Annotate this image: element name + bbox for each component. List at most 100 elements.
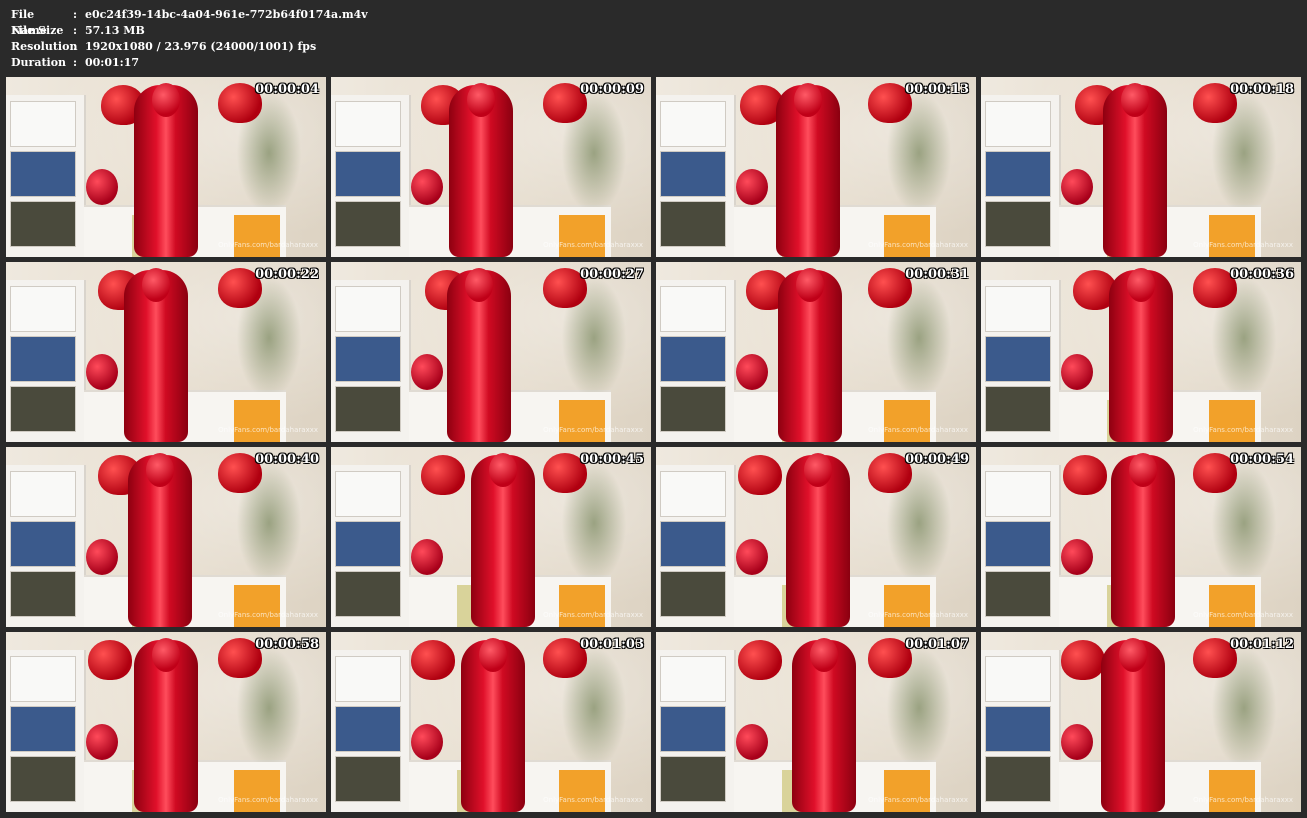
shelf-cell — [660, 471, 726, 517]
cabinet-door — [1209, 585, 1255, 627]
figure — [449, 83, 513, 257]
video-thumbnail[interactable]: OnlyFans.com/bardaharaxxx 00:00:36 — [981, 262, 1301, 442]
figure — [447, 268, 511, 442]
bookshelf — [981, 650, 1061, 812]
video-thumbnail[interactable]: OnlyFans.com/bardaharaxxx 00:01:03 — [331, 632, 651, 812]
round-balloon — [1061, 724, 1093, 760]
video-thumbnail[interactable]: OnlyFans.com/bardaharaxxx 00:00:45 — [331, 447, 651, 627]
cabinet-door — [884, 770, 930, 812]
timecode: 00:01:12 — [1230, 637, 1294, 652]
file-size-value: 57.13 MB — [85, 24, 145, 37]
round-balloon — [1061, 169, 1093, 205]
shelf-cell — [660, 151, 726, 197]
cabinet-door — [1209, 770, 1255, 812]
figure-head — [146, 453, 174, 487]
shelf-cell — [985, 286, 1051, 332]
video-thumbnail[interactable]: OnlyFans.com/bardaharaxxx 00:01:12 — [981, 632, 1301, 812]
watermark: OnlyFans.com/bardaharaxxx — [868, 796, 968, 804]
video-thumbnail[interactable]: OnlyFans.com/bardaharaxxx 00:00:58 — [6, 632, 326, 812]
watermark: OnlyFans.com/bardaharaxxx — [1193, 426, 1293, 434]
watermark: OnlyFans.com/bardaharaxxx — [218, 426, 318, 434]
video-thumbnail[interactable]: OnlyFans.com/bardaharaxxx 00:00:27 — [331, 262, 651, 442]
figure — [134, 83, 198, 257]
shelf-cell — [10, 201, 76, 247]
watermark: OnlyFans.com/bardaharaxxx — [218, 796, 318, 804]
timecode: 00:00:54 — [1230, 452, 1294, 467]
video-thumbnail[interactable]: OnlyFans.com/bardaharaxxx 00:01:07 — [656, 632, 976, 812]
figure — [792, 638, 856, 812]
round-balloon — [86, 169, 118, 205]
video-thumbnail[interactable]: OnlyFans.com/bardaharaxxx 00:00:13 — [656, 77, 976, 257]
watermark: OnlyFans.com/bardaharaxxx — [1193, 241, 1293, 249]
timecode: 00:01:07 — [905, 637, 969, 652]
video-thumbnail[interactable]: OnlyFans.com/bardaharaxxx 00:00:54 — [981, 447, 1301, 627]
shelf-cell — [335, 521, 401, 567]
shelf-cell — [335, 286, 401, 332]
bookshelf — [331, 280, 411, 442]
bookshelf — [331, 465, 411, 627]
figure-head — [152, 638, 180, 672]
figure — [461, 638, 525, 812]
shelf-cell — [985, 101, 1051, 147]
shelf-cell — [10, 706, 76, 752]
timecode: 00:00:31 — [905, 267, 969, 282]
timecode: 00:00:58 — [255, 637, 319, 652]
round-balloon — [736, 539, 768, 575]
video-thumbnail[interactable]: OnlyFans.com/bardaharaxxx 00:00:22 — [6, 262, 326, 442]
duration-value: 00:01:17 — [85, 56, 140, 69]
figure-head — [1121, 83, 1149, 117]
shelf-cell — [335, 101, 401, 147]
shelf-cell — [335, 151, 401, 197]
shelf-cell — [660, 101, 726, 147]
timecode: 00:00:13 — [905, 82, 969, 97]
bookshelf — [981, 95, 1061, 257]
heart-balloon — [738, 640, 782, 680]
cabinet-door — [1209, 400, 1255, 442]
timecode: 00:00:40 — [255, 452, 319, 467]
figure-head — [810, 638, 838, 672]
shelf-cell — [985, 706, 1051, 752]
figure — [471, 453, 535, 627]
separator: : — [73, 8, 78, 21]
shelf-cell — [10, 101, 76, 147]
round-balloon — [86, 354, 118, 390]
shelf-cell — [985, 571, 1051, 617]
resolution-value: 1920x1080 / 23.976 (24000/1001) fps — [85, 40, 317, 53]
round-balloon — [1061, 354, 1093, 390]
video-thumbnail[interactable]: OnlyFans.com/bardaharaxxx 00:00:49 — [656, 447, 976, 627]
bookshelf — [656, 650, 736, 812]
timecode: 00:00:09 — [580, 82, 644, 97]
figure-head — [489, 453, 517, 487]
cabinet-door — [884, 215, 930, 257]
heart-balloon — [411, 640, 455, 680]
video-thumbnail[interactable]: OnlyFans.com/bardaharaxxx 00:00:31 — [656, 262, 976, 442]
round-balloon — [411, 539, 443, 575]
video-thumbnail[interactable]: OnlyFans.com/bardaharaxxx 00:00:04 — [6, 77, 326, 257]
shelf-cell — [335, 756, 401, 802]
duration-label: Duration — [11, 56, 67, 69]
cabinet-door — [1209, 215, 1255, 257]
watermark: OnlyFans.com/bardaharaxxx — [543, 611, 643, 619]
round-balloon — [411, 169, 443, 205]
figure — [778, 268, 842, 442]
shelf-cell — [660, 571, 726, 617]
video-thumbnail[interactable]: OnlyFans.com/bardaharaxxx 00:00:18 — [981, 77, 1301, 257]
shelf-cell — [985, 756, 1051, 802]
resolution-row: Resolution : 1920x1080 / 23.976 (24000/1… — [11, 39, 368, 55]
timecode: 00:00:49 — [905, 452, 969, 467]
watermark: OnlyFans.com/bardaharaxxx — [1193, 611, 1293, 619]
watermark: OnlyFans.com/bardaharaxxx — [543, 241, 643, 249]
timecode: 00:01:03 — [580, 637, 644, 652]
shelf-cell — [660, 286, 726, 332]
shelf-cell — [10, 756, 76, 802]
figure — [124, 268, 188, 442]
shelf-cell — [10, 151, 76, 197]
watermark: OnlyFans.com/bardaharaxxx — [543, 426, 643, 434]
round-balloon — [736, 354, 768, 390]
shelf-cell — [335, 386, 401, 432]
figure-head — [1129, 453, 1157, 487]
video-thumbnail[interactable]: OnlyFans.com/bardaharaxxx 00:00:40 — [6, 447, 326, 627]
figure — [786, 453, 850, 627]
heart-balloon — [88, 640, 132, 680]
video-thumbnail[interactable]: OnlyFans.com/bardaharaxxx 00:00:09 — [331, 77, 651, 257]
